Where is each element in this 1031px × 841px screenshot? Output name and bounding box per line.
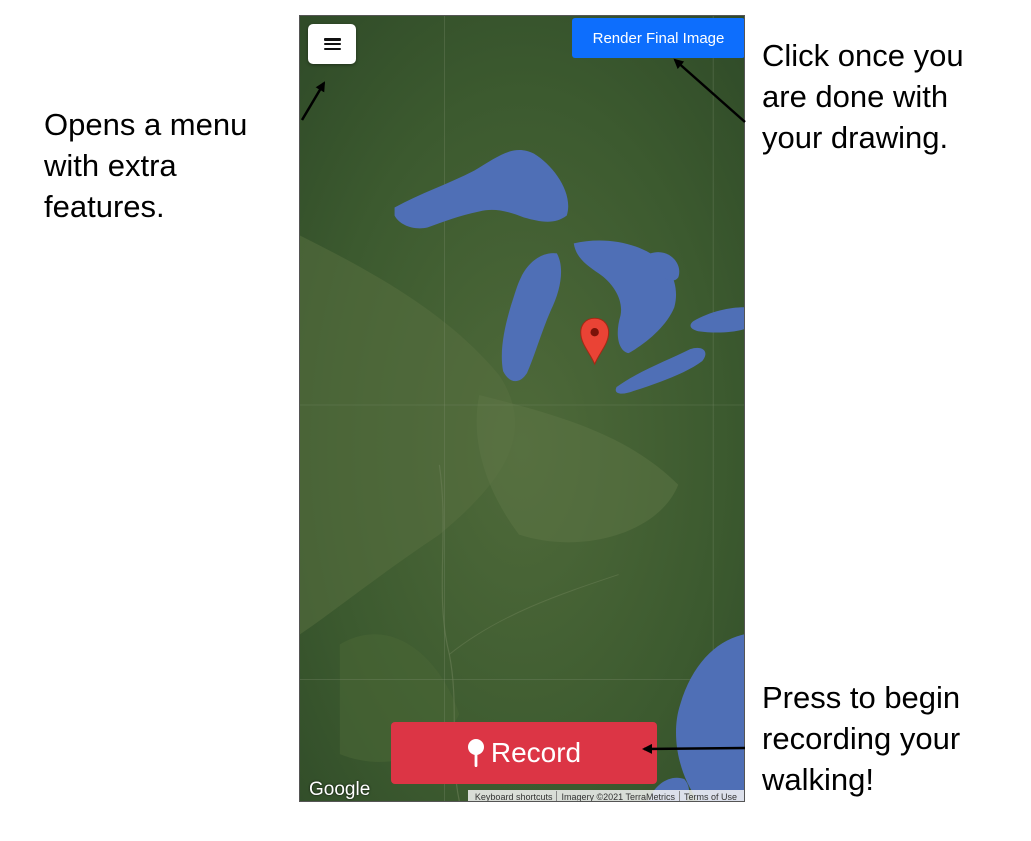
render-final-image-button[interactable]: Render Final Image — [572, 18, 744, 58]
app-screen: Render Final Image Record Google Keyboar… — [299, 15, 745, 802]
render-annotation-line-1: Click once you — [762, 38, 964, 73]
menu-annotation-line-3: features. — [44, 189, 165, 224]
hamburger-menu-icon — [323, 38, 341, 50]
render-annotation-line-3: your drawing. — [762, 120, 949, 155]
render-annotation: Click once you are done with your drawin… — [762, 35, 964, 158]
menu-button[interactable] — [308, 24, 356, 64]
record-button-label: Record — [490, 737, 582, 768]
menu-annotation-line-2: with extra — [44, 148, 177, 183]
satellite-map[interactable] — [300, 16, 744, 801]
keyboard-shortcuts-link[interactable]: Keyboard shortcuts — [471, 792, 557, 802]
record-annotation-line-2: recording your — [762, 721, 961, 756]
map-attribution: Keyboard shortcuts Imagery ©2021 TerraMe… — [467, 790, 744, 802]
record-annotation: Press to begin recording your walking! — [762, 677, 960, 800]
map-pin-icon — [467, 739, 484, 767]
terms-of-use-link[interactable]: Terms of Use — [680, 792, 741, 802]
render-annotation-line-2: are done with — [762, 79, 949, 114]
record-button[interactable]: Record — [391, 722, 657, 784]
menu-annotation: Opens a menu with extra features. — [44, 104, 247, 227]
record-annotation-line-1: Press to begin — [762, 680, 961, 715]
record-annotation-line-3: walking! — [762, 762, 874, 797]
imagery-credit: Imagery ©2021 TerraMetrics — [561, 791, 675, 802]
menu-annotation-line-1: Opens a menu — [44, 107, 248, 142]
google-logo: Google — [309, 779, 371, 800]
